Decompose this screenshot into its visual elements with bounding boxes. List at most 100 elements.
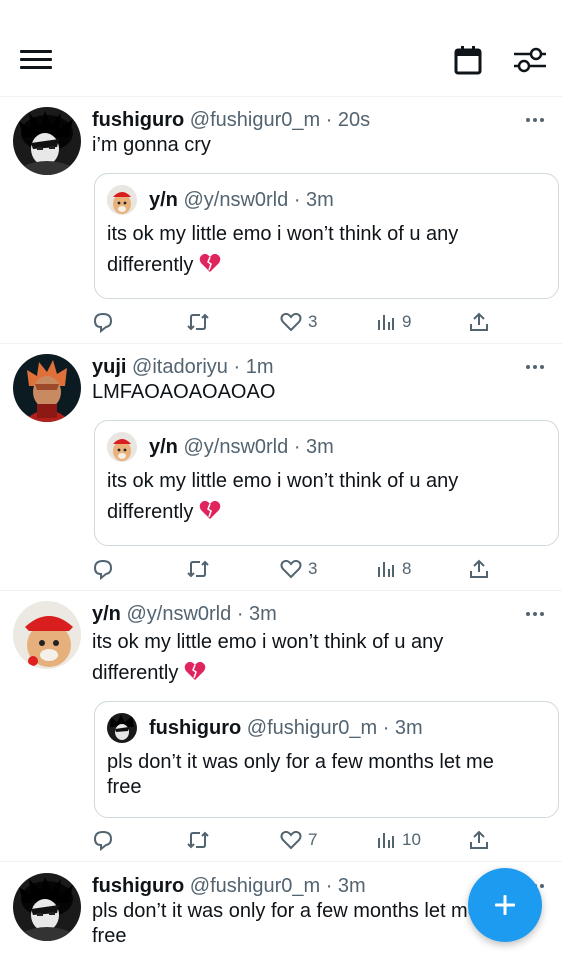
quote-header: y/n @y/nsw0rld · 3m	[149, 435, 334, 459]
share-button[interactable]	[468, 554, 490, 584]
user-handle[interactable]: @itadoriyu	[132, 356, 228, 378]
post[interactable]: yuji @itadoriyu · 1m LMFAOAOAOAOAO y/n @…	[0, 344, 562, 591]
view-count: 10	[402, 830, 421, 849]
quote-handle: @y/nsw0rld	[183, 189, 289, 211]
quoted-post[interactable]: fushiguro @fushigur0_m · 3m pls don’t it…	[94, 701, 559, 818]
avatar[interactable]	[13, 601, 81, 669]
timestamp: · 20s	[325, 109, 371, 131]
more-options-icon[interactable]	[524, 606, 546, 622]
bar-chart-icon	[378, 562, 394, 577]
compose-button[interactable]	[468, 868, 542, 942]
display-name[interactable]: yuji	[92, 356, 126, 378]
like-button[interactable]: 3	[280, 554, 317, 584]
broken-heart-icon	[199, 500, 221, 519]
quote-avatar	[107, 185, 137, 215]
post-text: LMFAOAOAOAOAO	[92, 381, 276, 403]
sliders-icon[interactable]	[512, 44, 548, 76]
user-handle[interactable]: @y/nsw0rld	[126, 603, 231, 625]
quote-text: its ok my little emo i won’t think of u …	[107, 466, 527, 528]
bar-chart-icon	[378, 833, 394, 848]
display-name[interactable]: fushiguro	[92, 875, 184, 897]
post-header: fushiguro @fushigur0_m · 3m	[92, 874, 366, 898]
retweet-button[interactable]	[186, 554, 210, 584]
retweet-icon	[187, 831, 209, 849]
reply-icon	[93, 559, 113, 580]
reply-button[interactable]	[92, 825, 114, 855]
timestamp: · 1m	[233, 356, 274, 378]
retweet-button[interactable]	[186, 825, 210, 855]
display-name[interactable]: fushiguro	[92, 109, 184, 131]
quote-timestamp: · 3m	[293, 436, 334, 458]
share-icon	[470, 830, 488, 849]
heart-icon	[280, 830, 302, 850]
quoted-post[interactable]: y/n @y/nsw0rld · 3m its ok my little emo…	[94, 173, 559, 299]
post[interactable]: y/n @y/nsw0rld · 3m its ok my little emo…	[0, 591, 562, 862]
broken-heart-icon	[184, 661, 206, 680]
post-actions: 3 8	[0, 554, 562, 584]
timestamp: · 3m	[325, 875, 366, 897]
like-button[interactable]: 3	[280, 307, 317, 337]
share-icon	[470, 559, 488, 578]
like-count: 3	[308, 559, 318, 578]
timestamp: · 3m	[236, 603, 277, 625]
post-text-content: its ok my little emo i won’t think of u …	[92, 631, 444, 684]
reply-icon	[93, 830, 113, 851]
bar-chart-icon	[378, 315, 394, 330]
avatar[interactable]	[13, 354, 81, 422]
like-count: 7	[308, 830, 318, 849]
avatar[interactable]	[13, 107, 81, 175]
calendar-icon[interactable]	[452, 44, 484, 76]
views-button[interactable]: 10	[376, 825, 421, 855]
retweet-icon	[187, 560, 209, 578]
quote-avatar	[107, 713, 137, 743]
heart-icon	[280, 312, 302, 332]
quoted-post[interactable]: y/n @y/nsw0rld · 3m its ok my little emo…	[94, 420, 559, 546]
post-text: its ok my little emo i won’t think of u …	[92, 627, 492, 689]
post-text: i’m gonna cry	[92, 134, 211, 156]
share-button[interactable]	[468, 307, 490, 337]
broken-heart-icon	[199, 253, 221, 272]
quote-display-name: fushiguro	[149, 717, 242, 739]
share-button[interactable]	[468, 825, 490, 855]
retweet-icon	[187, 313, 209, 331]
quote-display-name: y/n	[149, 189, 178, 211]
view-count: 9	[402, 312, 412, 331]
top-bar	[0, 0, 562, 97]
plus-icon	[495, 895, 515, 915]
quote-text-content: its ok my little emo i won’t think of u …	[107, 470, 459, 523]
quote-display-name: y/n	[149, 436, 178, 458]
post-header: y/n @y/nsw0rld · 3m	[92, 602, 277, 626]
display-name[interactable]: y/n	[92, 603, 121, 625]
quote-timestamp: · 3m	[382, 717, 423, 739]
quote-handle: @fushigur0_m	[246, 717, 378, 739]
reply-button[interactable]	[92, 554, 114, 584]
more-options-icon[interactable]	[524, 112, 546, 128]
user-handle[interactable]: @fushigur0_m	[190, 875, 320, 897]
post-actions: 7 10	[0, 825, 562, 855]
retweet-button[interactable]	[186, 307, 210, 337]
quote-handle: @y/nsw0rld	[183, 436, 289, 458]
quote-header: y/n @y/nsw0rld · 3m	[149, 188, 334, 212]
share-icon	[470, 312, 488, 331]
views-button[interactable]: 9	[376, 307, 411, 337]
post-header: yuji @itadoriyu · 1m	[92, 355, 273, 379]
more-options-icon[interactable]	[524, 359, 546, 375]
quote-avatar	[107, 432, 137, 462]
quote-timestamp: · 3m	[293, 189, 334, 211]
view-count: 8	[402, 559, 412, 578]
views-button[interactable]: 8	[376, 554, 411, 584]
post-text: pls don’t it was only for a few months l…	[92, 900, 479, 947]
like-button[interactable]: 7	[280, 825, 317, 855]
user-handle[interactable]: @fushigur0_m	[190, 109, 320, 131]
quote-header: fushiguro @fushigur0_m · 3m	[149, 716, 423, 740]
quote-text-content: its ok my little emo i won’t think of u …	[107, 223, 459, 276]
reply-icon	[93, 312, 113, 333]
reply-button[interactable]	[92, 307, 114, 337]
heart-icon	[280, 559, 302, 579]
post[interactable]: fushiguro @fushigur0_m · 20s i’m gonna c…	[0, 97, 562, 344]
avatar[interactable]	[13, 873, 81, 941]
hamburger-icon[interactable]	[20, 48, 54, 72]
like-count: 3	[308, 312, 318, 331]
post-header: fushiguro @fushigur0_m · 20s	[92, 108, 370, 132]
quote-text: its ok my little emo i won’t think of u …	[107, 219, 527, 281]
